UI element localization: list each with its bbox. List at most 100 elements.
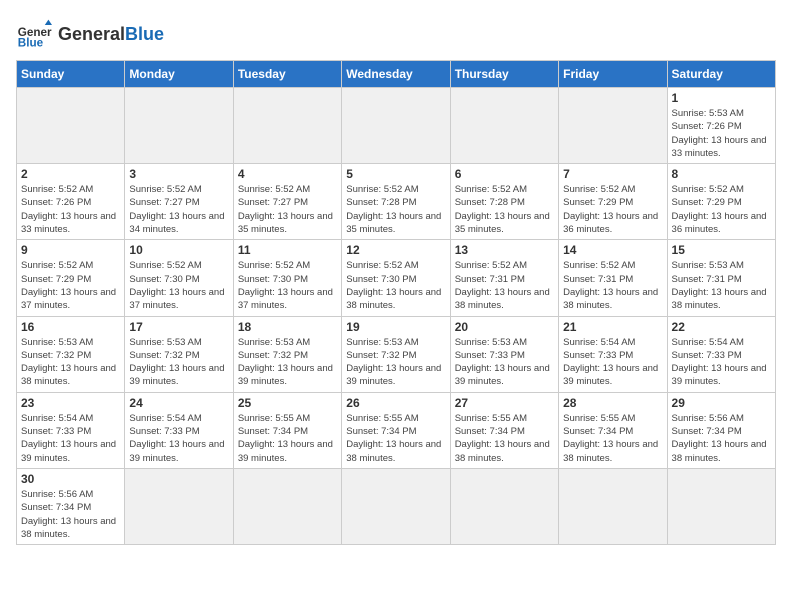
calendar-cell: 17Sunrise: 5:53 AMSunset: 7:32 PMDayligh… xyxy=(125,316,233,392)
day-number: 25 xyxy=(238,396,337,410)
day-number: 29 xyxy=(672,396,771,410)
calendar-cell: 1 Sunrise: 5:53 AMSunset: 7:26 PMDaylight… xyxy=(667,88,775,164)
day-number: 13 xyxy=(455,243,554,257)
logo-general: General xyxy=(58,24,125,44)
calendar-cell: 21 Sunrise: 5:54 AMSunset: 7:33 PMDayligh… xyxy=(559,316,667,392)
day-info: Sunrise: 5:52 AMSunset: 7:26 PMDaylight:… xyxy=(21,183,120,236)
day-number: 8 xyxy=(672,167,771,181)
calendar-cell: 12 Sunrise: 5:52 AMSunset: 7:30 PMDayligh… xyxy=(342,240,450,316)
logo-icon: General Blue xyxy=(16,16,52,52)
day-info: Sunrise: 5:52 AMSunset: 7:28 PMDaylight:… xyxy=(455,183,554,236)
day-number: 28 xyxy=(563,396,662,410)
day-info: Sunrise: 5:52 AMSunset: 7:31 PMDaylight:… xyxy=(563,259,662,312)
calendar-cell xyxy=(125,468,233,544)
day-number: 24 xyxy=(129,396,228,410)
day-number: 22 xyxy=(672,320,771,334)
logo: General Blue GeneralBlue xyxy=(16,16,164,52)
calendar-cell xyxy=(125,88,233,164)
header: General Blue GeneralBlue xyxy=(16,16,776,52)
day-number: 4 xyxy=(238,167,337,181)
day-number: 27 xyxy=(455,396,554,410)
day-number: 26 xyxy=(346,396,445,410)
calendar-cell: 2Sunrise: 5:52 AMSunset: 7:26 PMDaylight… xyxy=(17,164,125,240)
day-info: Sunrise: 5:53 AMSunset: 7:32 PMDaylight:… xyxy=(21,336,120,389)
day-number: 3 xyxy=(129,167,228,181)
day-info: Sunrise: 5:54 AMSunset: 7:33 PMDaylight:… xyxy=(563,336,662,389)
day-info: Sunrise: 5:52 AMSunset: 7:30 PMDaylight:… xyxy=(129,259,228,312)
day-number: 21 xyxy=(563,320,662,334)
day-info: Sunrise: 5:55 AMSunset: 7:34 PMDaylight:… xyxy=(563,412,662,465)
calendar-cell xyxy=(233,468,341,544)
weekday-header-tuesday: Tuesday xyxy=(233,61,341,88)
day-info: Sunrise: 5:52 AMSunset: 7:30 PMDaylight:… xyxy=(346,259,445,312)
week-row-4: 23Sunrise: 5:54 AMSunset: 7:33 PMDayligh… xyxy=(17,392,776,468)
day-number: 12 xyxy=(346,243,445,257)
calendar-cell: 16Sunrise: 5:53 AMSunset: 7:32 PMDayligh… xyxy=(17,316,125,392)
calendar-cell xyxy=(559,468,667,544)
day-info: Sunrise: 5:55 AMSunset: 7:34 PMDaylight:… xyxy=(238,412,337,465)
day-info: Sunrise: 5:53 AMSunset: 7:26 PMDaylight:… xyxy=(672,107,771,160)
calendar-cell: 4 Sunrise: 5:52 AMSunset: 7:27 PMDaylight… xyxy=(233,164,341,240)
calendar-cell xyxy=(450,468,558,544)
calendar-cell: 19 Sunrise: 5:53 AMSunset: 7:32 PMDayligh… xyxy=(342,316,450,392)
weekday-header-thursday: Thursday xyxy=(450,61,558,88)
calendar-cell: 5Sunrise: 5:52 AMSunset: 7:28 PMDaylight… xyxy=(342,164,450,240)
calendar-cell: 11 Sunrise: 5:52 AMSunset: 7:30 PMDayligh… xyxy=(233,240,341,316)
weekday-header-friday: Friday xyxy=(559,61,667,88)
calendar-cell: 28 Sunrise: 5:55 AMSunset: 7:34 PMDayligh… xyxy=(559,392,667,468)
day-info: Sunrise: 5:55 AMSunset: 7:34 PMDaylight:… xyxy=(346,412,445,465)
day-info: Sunrise: 5:52 AMSunset: 7:29 PMDaylight:… xyxy=(563,183,662,236)
calendar-cell xyxy=(233,88,341,164)
calendar-cell: 14 Sunrise: 5:52 AMSunset: 7:31 PMDayligh… xyxy=(559,240,667,316)
day-number: 30 xyxy=(21,472,120,486)
calendar-cell: 27 Sunrise: 5:55 AMSunset: 7:34 PMDayligh… xyxy=(450,392,558,468)
day-info: Sunrise: 5:52 AMSunset: 7:27 PMDaylight:… xyxy=(238,183,337,236)
calendar-cell: 29 Sunrise: 5:56 AMSunset: 7:34 PMDayligh… xyxy=(667,392,775,468)
day-number: 11 xyxy=(238,243,337,257)
weekday-header-row: SundayMondayTuesdayWednesdayThursdayFrid… xyxy=(17,61,776,88)
calendar-cell: 8Sunrise: 5:52 AMSunset: 7:29 PMDaylight… xyxy=(667,164,775,240)
logo-blue: Blue xyxy=(125,24,164,44)
calendar: SundayMondayTuesdayWednesdayThursdayFrid… xyxy=(16,60,776,545)
calendar-cell: 20Sunrise: 5:53 AMSunset: 7:33 PMDayligh… xyxy=(450,316,558,392)
calendar-cell xyxy=(342,468,450,544)
calendar-cell: 6 Sunrise: 5:52 AMSunset: 7:28 PMDaylight… xyxy=(450,164,558,240)
day-info: Sunrise: 5:55 AMSunset: 7:34 PMDaylight:… xyxy=(455,412,554,465)
day-info: Sunrise: 5:53 AMSunset: 7:31 PMDaylight:… xyxy=(672,259,771,312)
week-row-3: 16Sunrise: 5:53 AMSunset: 7:32 PMDayligh… xyxy=(17,316,776,392)
weekday-header-sunday: Sunday xyxy=(17,61,125,88)
day-number: 5 xyxy=(346,167,445,181)
day-number: 19 xyxy=(346,320,445,334)
weekday-header-monday: Monday xyxy=(125,61,233,88)
day-info: Sunrise: 5:53 AMSunset: 7:32 PMDaylight:… xyxy=(346,336,445,389)
calendar-cell: 25 Sunrise: 5:55 AMSunset: 7:34 PMDayligh… xyxy=(233,392,341,468)
day-info: Sunrise: 5:54 AMSunset: 7:33 PMDaylight:… xyxy=(21,412,120,465)
day-number: 10 xyxy=(129,243,228,257)
calendar-cell xyxy=(17,88,125,164)
calendar-cell: 13 Sunrise: 5:52 AMSunset: 7:31 PMDayligh… xyxy=(450,240,558,316)
week-row-0: 1 Sunrise: 5:53 AMSunset: 7:26 PMDaylight… xyxy=(17,88,776,164)
calendar-cell xyxy=(450,88,558,164)
day-number: 18 xyxy=(238,320,337,334)
day-info: Sunrise: 5:56 AMSunset: 7:34 PMDaylight:… xyxy=(21,488,120,541)
day-info: Sunrise: 5:53 AMSunset: 7:33 PMDaylight:… xyxy=(455,336,554,389)
calendar-cell: 15 Sunrise: 5:53 AMSunset: 7:31 PMDayligh… xyxy=(667,240,775,316)
day-number: 1 xyxy=(672,91,771,105)
day-info: Sunrise: 5:52 AMSunset: 7:30 PMDaylight:… xyxy=(238,259,337,312)
svg-text:Blue: Blue xyxy=(18,37,44,50)
day-number: 6 xyxy=(455,167,554,181)
day-info: Sunrise: 5:53 AMSunset: 7:32 PMDaylight:… xyxy=(238,336,337,389)
day-number: 14 xyxy=(563,243,662,257)
weekday-header-wednesday: Wednesday xyxy=(342,61,450,88)
week-row-1: 2Sunrise: 5:52 AMSunset: 7:26 PMDaylight… xyxy=(17,164,776,240)
week-row-5: 30 Sunrise: 5:56 AMSunset: 7:34 PMDayligh… xyxy=(17,468,776,544)
day-number: 15 xyxy=(672,243,771,257)
calendar-cell: 30 Sunrise: 5:56 AMSunset: 7:34 PMDayligh… xyxy=(17,468,125,544)
day-info: Sunrise: 5:54 AMSunset: 7:33 PMDaylight:… xyxy=(672,336,771,389)
day-number: 7 xyxy=(563,167,662,181)
day-info: Sunrise: 5:53 AMSunset: 7:32 PMDaylight:… xyxy=(129,336,228,389)
calendar-cell: 18 Sunrise: 5:53 AMSunset: 7:32 PMDayligh… xyxy=(233,316,341,392)
day-info: Sunrise: 5:52 AMSunset: 7:31 PMDaylight:… xyxy=(455,259,554,312)
day-info: Sunrise: 5:56 AMSunset: 7:34 PMDaylight:… xyxy=(672,412,771,465)
calendar-cell: 23Sunrise: 5:54 AMSunset: 7:33 PMDayligh… xyxy=(17,392,125,468)
